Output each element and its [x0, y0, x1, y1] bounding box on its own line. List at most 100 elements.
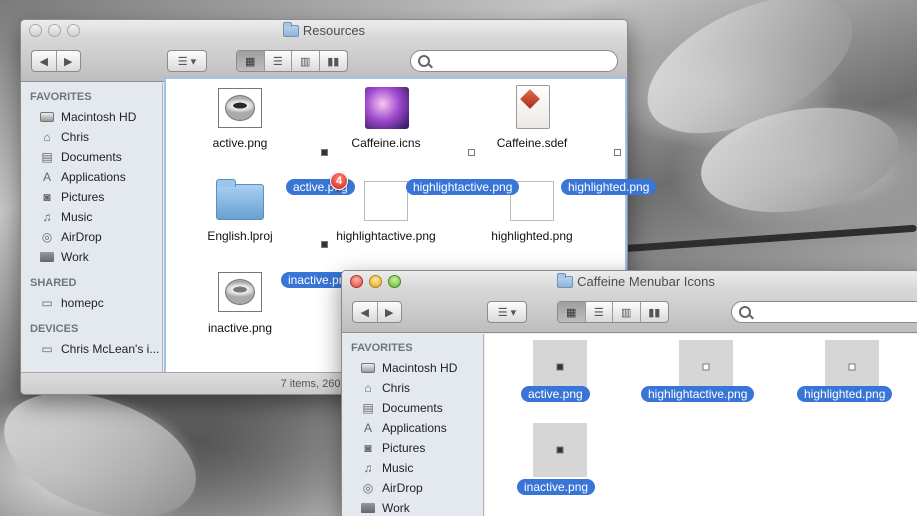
sidebar-item-documents[interactable]: ▤ Documents	[21, 147, 162, 167]
coverflow-view-button[interactable]: ▮▮	[641, 302, 668, 322]
file-label-caffeine-sdef[interactable]: Caffeine.sdef	[482, 136, 582, 150]
home-icon: ⌂	[43, 129, 51, 144]
camera-icon: ◙	[43, 189, 51, 204]
sidebar-item-airdrop[interactable]: ◎ AirDrop	[342, 478, 483, 498]
zoom-button[interactable]	[388, 275, 401, 288]
file-icon-active[interactable]	[218, 88, 262, 128]
sidebar-item-music[interactable]: ♫ Music	[342, 458, 483, 478]
sidebar-item-applications[interactable]: A Applications	[21, 167, 162, 187]
drag-thumb-icon	[321, 241, 328, 248]
computer-icon: ▭	[41, 341, 53, 356]
file-label-caffeine-icns[interactable]: Caffeine.icns	[336, 136, 436, 150]
coverflow-view-button[interactable]: ▮▮	[320, 51, 347, 71]
folder-icon	[361, 501, 375, 514]
arrange-button[interactable]: ☰ ▾	[167, 50, 207, 72]
finder-window-caffeine-menubar-icons[interactable]: Caffeine Menubar Icons ◀ ▶ ☰ ▾ ▦ ☰ ▥ ▮▮ …	[341, 270, 917, 516]
list-view-button[interactable]: ☰	[586, 302, 613, 322]
file-label-inactive[interactable]: inactive.png	[190, 321, 290, 335]
folder-icon	[557, 273, 574, 288]
list-view-button[interactable]: ☰	[265, 51, 292, 71]
sidebar: FAVORITES Macintosh HD ⌂ Chris ▤ Documents…	[21, 83, 163, 374]
file-label-english-lproj[interactable]: English.lproj	[190, 229, 290, 243]
sidebar-item-applications[interactable]: A Applications	[342, 418, 483, 438]
file-icon-inactive[interactable]	[533, 423, 587, 477]
file-label-highlightactive[interactable]: highlightactive.png	[641, 386, 755, 402]
minimize-button[interactable]	[369, 275, 382, 288]
file-label-active[interactable]: active.png	[521, 386, 590, 402]
home-icon: ⌂	[364, 380, 372, 395]
titlebar[interactable]: Caffeine Menubar Icons	[342, 271, 917, 293]
file-icon-caffeine-icns[interactable]	[365, 87, 409, 129]
forward-button[interactable]: ▶	[378, 302, 402, 322]
file-icon-caffeine-sdef[interactable]	[516, 85, 550, 129]
drag-thumb-icon	[321, 149, 328, 156]
file-area[interactable]: active.png highlightactive.png highlight…	[485, 334, 917, 516]
arrange-icon: ☰ ▾	[177, 55, 197, 68]
icon-view-button[interactable]: ▦	[237, 51, 265, 71]
icon-view-button[interactable]: ▦	[558, 302, 586, 322]
sidebar-item-airdrop[interactable]: ◎ AirDrop	[21, 227, 162, 247]
drag-label-highlighted: highlighted.png	[561, 179, 657, 195]
file-icon-highlightactive[interactable]	[364, 181, 408, 221]
minimize-button[interactable]	[48, 24, 61, 37]
file-label-inactive[interactable]: inactive.png	[517, 479, 596, 495]
zoom-button[interactable]	[67, 24, 80, 37]
display-icon: ▭	[41, 295, 53, 310]
sidebar-item-music[interactable]: ♫ Music	[21, 207, 162, 227]
folder-icon	[40, 250, 54, 263]
column-view-button[interactable]: ▥	[613, 302, 641, 322]
column-view-button[interactable]: ▥	[292, 51, 320, 71]
nav-buttons: ◀ ▶	[352, 301, 402, 323]
close-button[interactable]	[29, 24, 42, 37]
music-icon: ♫	[363, 460, 373, 475]
search-field[interactable]	[410, 50, 618, 72]
forward-button[interactable]: ▶	[57, 51, 81, 71]
drag-count-badge: 4	[330, 172, 348, 190]
window-controls	[29, 24, 80, 37]
file-label-highlightactive[interactable]: highlightactive.png	[326, 229, 446, 243]
sidebar-item-macintosh-hd[interactable]: Macintosh HD	[342, 358, 483, 378]
sidebar: FAVORITES Macintosh HD ⌂ Chris ▤ Documents…	[342, 334, 484, 516]
documents-icon: ▤	[41, 149, 53, 164]
sidebar-item-pictures[interactable]: ◙ Pictures	[342, 438, 483, 458]
file-icon-english-lproj[interactable]	[216, 179, 264, 220]
folder-icon	[282, 22, 299, 37]
sidebar-item-chris[interactable]: ⌂ Chris	[21, 127, 162, 147]
toolbar: ◀ ▶ ☰ ▾ ▦ ☰ ▥ ▮▮	[342, 293, 917, 333]
sidebar-item-documents[interactable]: ▤ Documents	[342, 398, 483, 418]
drag-label-highlightactive: highlightactive.png	[406, 179, 520, 195]
back-button[interactable]: ◀	[32, 51, 57, 71]
sidebar-item-computer[interactable]: ▭ Chris McLean's i...	[21, 339, 162, 359]
arrange-button[interactable]: ☰ ▾	[487, 301, 527, 323]
arrange-icon: ☰ ▾	[497, 306, 517, 319]
view-switcher: ▦ ☰ ▥ ▮▮	[557, 301, 669, 323]
sidebar-header-devices: DEVICES	[30, 323, 79, 335]
window-controls	[350, 275, 401, 288]
file-label-highlighted[interactable]: highlighted.png	[482, 229, 582, 243]
applications-icon: A	[363, 420, 372, 435]
file-label-active[interactable]: active.png	[190, 136, 290, 150]
view-switcher: ▦ ☰ ▥ ▮▮	[236, 50, 348, 72]
sidebar-item-work[interactable]: Work	[21, 247, 162, 267]
file-icon-inactive[interactable]	[218, 272, 262, 312]
search-field[interactable]	[731, 301, 917, 323]
sidebar-item-work[interactable]: Work	[342, 498, 483, 516]
airdrop-icon: ◎	[362, 480, 374, 495]
sidebar-item-homepc[interactable]: ▭ homepc	[21, 293, 162, 313]
sidebar-item-pictures[interactable]: ◙ Pictures	[21, 187, 162, 207]
airdrop-icon: ◎	[41, 229, 53, 244]
sidebar-item-macintosh-hd[interactable]: Macintosh HD	[21, 107, 162, 127]
drag-thumb-icon	[614, 149, 621, 156]
titlebar[interactable]: Resources	[21, 20, 627, 42]
toolbar: ◀ ▶ ☰ ▾ ▦ ☰ ▥ ▮▮	[21, 42, 627, 82]
music-icon: ♫	[42, 209, 52, 224]
sidebar-header-favorites: FAVORITES	[351, 342, 413, 354]
file-label-highlighted[interactable]: highlighted.png	[797, 386, 893, 402]
close-button[interactable]	[350, 275, 363, 288]
background-branch	[620, 224, 917, 253]
hard-drive-icon	[40, 110, 54, 123]
nav-buttons: ◀ ▶	[31, 50, 81, 72]
back-button[interactable]: ◀	[353, 302, 378, 322]
sidebar-item-chris[interactable]: ⌂ Chris	[342, 378, 483, 398]
camera-icon: ◙	[364, 440, 372, 455]
